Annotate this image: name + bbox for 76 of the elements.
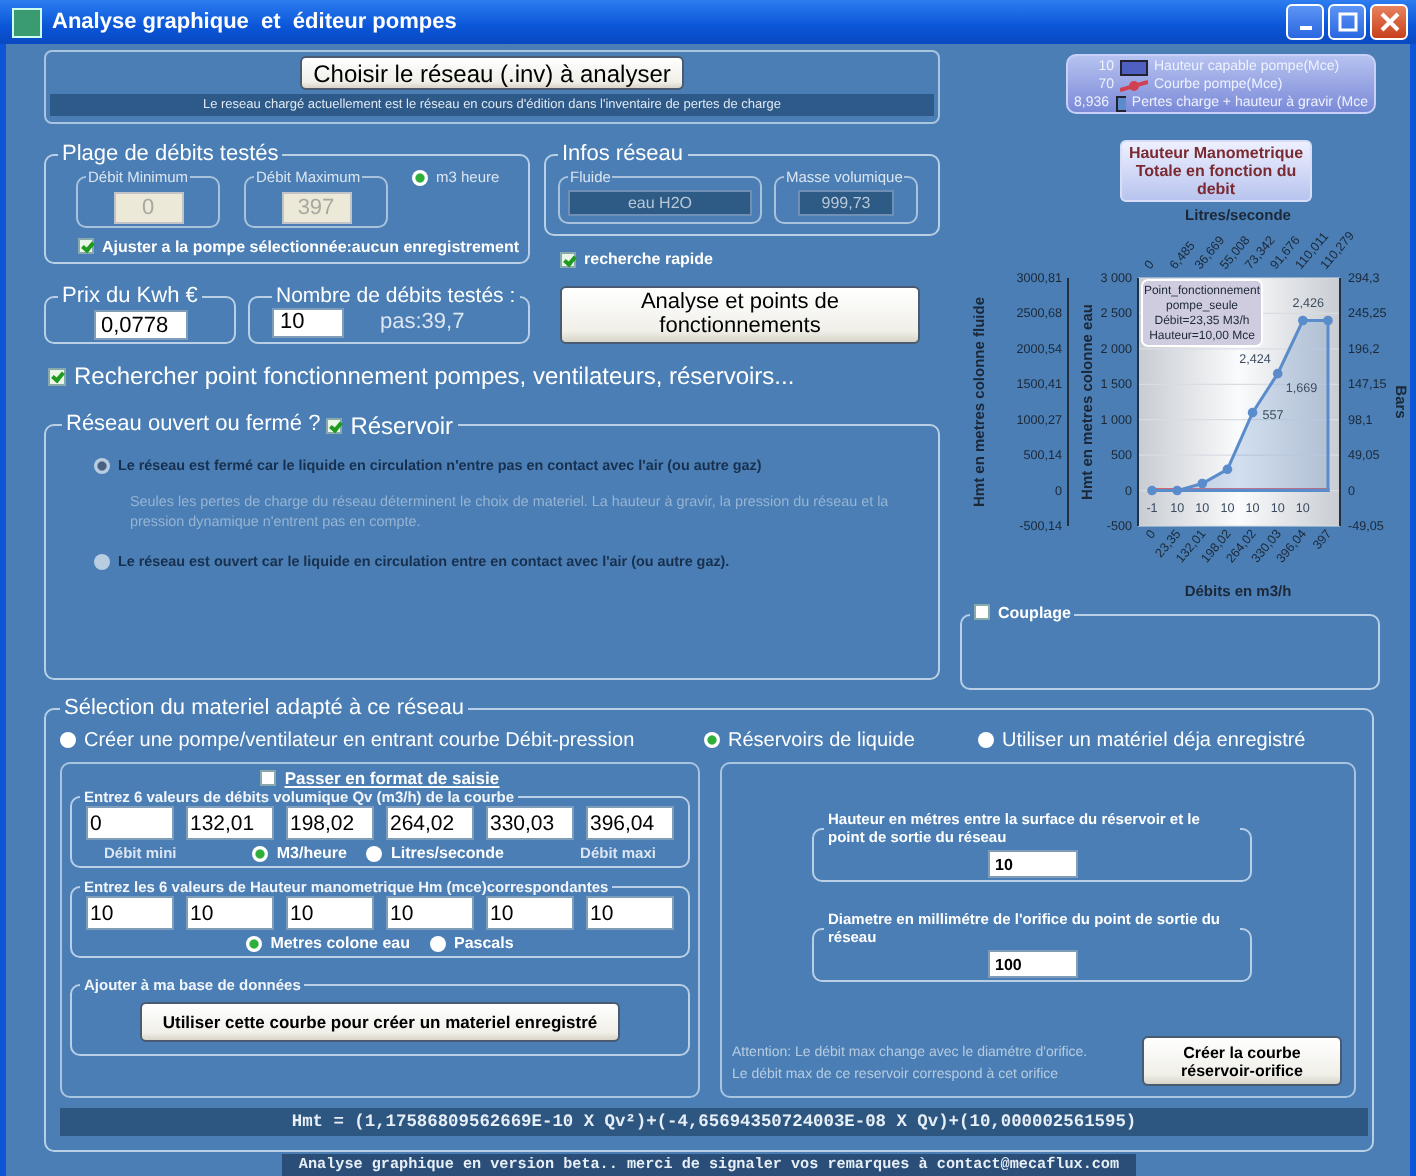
option-label: Metres colone eau — [270, 934, 410, 952]
unit-radio[interactable] — [252, 845, 269, 861]
data-point — [1222, 464, 1233, 475]
option-label: Litres/seconde — [390, 844, 504, 862]
flow-field[interactable]: 396,04 — [586, 806, 674, 840]
data-point — [1172, 485, 1182, 496]
window-title: Analyse graphique et éditeur pompes — [52, 10, 459, 34]
create-reservoir-curve-button[interactable]: Créer la courbe réservoir-orifice — [1142, 1036, 1342, 1086]
quick-search-checkbox[interactable] — [560, 251, 576, 267]
data-point — [1147, 485, 1157, 496]
diameter-field[interactable]: 100 — [987, 950, 1077, 978]
close-button[interactable] — [1370, 4, 1408, 40]
minimize-button[interactable] — [1286, 4, 1324, 40]
checkbox-label: Passer en format de saisie — [284, 768, 500, 788]
analyse-button[interactable]: Analyse et points de fonctionnements — [560, 285, 920, 343]
unit-radio[interactable] — [366, 845, 383, 861]
unit-radio[interactable] — [412, 169, 428, 185]
price-field[interactable]: 0,0778 — [93, 310, 187, 340]
head-field[interactable]: 10 — [286, 896, 374, 930]
data-point — [1323, 315, 1333, 326]
fluid-field[interactable]: eau H2O — [568, 190, 752, 216]
group-title: Nombre de débits testés : — [276, 284, 516, 308]
mode-radio[interactable] — [978, 732, 994, 748]
group-title: Prix du Kwh € — [62, 284, 198, 308]
close-icon — [1379, 12, 1399, 32]
flow-field[interactable]: 264,02 — [386, 806, 474, 840]
mode-radio[interactable] — [704, 732, 720, 748]
choose-network-button[interactable]: Choisir le réseau (.inv) à analyser — [299, 56, 685, 90]
unit-radio[interactable] — [246, 935, 263, 951]
option-label: Créer une pompe/ventilateur en entrant courbe Débit-pression — [84, 729, 635, 751]
density-field[interactable]: 999,73 — [798, 190, 894, 216]
flow-field[interactable]: 132,01 — [186, 806, 274, 840]
option-label: M3/heure — [276, 844, 347, 862]
flow-field[interactable]: 330,03 — [486, 806, 574, 840]
flow-field[interactable]: 198,02 — [286, 806, 374, 840]
data-point — [1298, 315, 1308, 326]
tested-count-field[interactable]: 10 — [272, 307, 344, 337]
fit-checkbox[interactable] — [78, 238, 94, 254]
checkbox-label: Ajuster a la pompe sélectionnée:aucun enregistrement — [102, 237, 520, 255]
formula-bar: Hmt = (1,17586809562669E-10 X Qv²)+(-4,65694350724003E-08 X Qv)+(10,000002561595) — [60, 1108, 1368, 1136]
step-text: pas:39,7 — [380, 310, 465, 334]
head-field[interactable]: 10 — [86, 896, 174, 930]
reservoir-checkbox[interactable] — [326, 417, 343, 433]
minimize-icon — [1299, 26, 1311, 30]
app-icon — [12, 7, 42, 37]
data-point — [1272, 368, 1283, 379]
option-label: Pascals — [454, 934, 514, 952]
coupling-checkbox[interactable] — [974, 604, 990, 620]
group-title: Réseau ouvert ou fermé ? — [66, 412, 321, 438]
maximize-button[interactable] — [1328, 4, 1366, 40]
unit-radio[interactable] — [430, 935, 446, 951]
head-field[interactable]: 10 — [386, 896, 474, 930]
group-title: Plage de débits testés — [62, 142, 279, 166]
search-points-checkbox[interactable] — [48, 367, 66, 385]
option-label: Réservoirs de liquide — [728, 729, 915, 751]
data-point — [1197, 478, 1208, 489]
group-title: Sélection du materiel adapté à ce réseau — [64, 696, 464, 720]
head-field[interactable]: 10 — [586, 896, 674, 930]
height-field[interactable]: 10 — [987, 850, 1077, 878]
option-label: Utiliser un matériel déja enregistré — [1002, 729, 1306, 751]
checkbox-label: Couplage — [998, 603, 1071, 621]
checkbox-label: recherche rapide — [584, 250, 713, 268]
head-field[interactable]: 10 — [486, 896, 574, 930]
mode-radio[interactable] — [60, 732, 76, 748]
head-field[interactable]: 10 — [186, 896, 274, 930]
checkbox-label: Rechercher point fonctionnement pompes, ventilateurs, réservoirs... — [74, 362, 795, 390]
checkbox-label: Réservoir — [350, 411, 454, 439]
data-point — [1247, 407, 1258, 418]
network-type-radio[interactable] — [94, 553, 110, 569]
create-material-button[interactable]: Utiliser cette courbe pour créer un materiel enregistré — [140, 1002, 620, 1042]
network-type-radio[interactable] — [94, 457, 110, 473]
flow-field[interactable]: 0 — [86, 806, 174, 840]
group-title: Infos réseau — [562, 142, 684, 166]
format-checkbox[interactable] — [260, 770, 277, 786]
chart-title: Hauteur Manometrique Totale en fonction du debit — [1120, 140, 1312, 202]
maximize-icon — [1337, 12, 1357, 32]
